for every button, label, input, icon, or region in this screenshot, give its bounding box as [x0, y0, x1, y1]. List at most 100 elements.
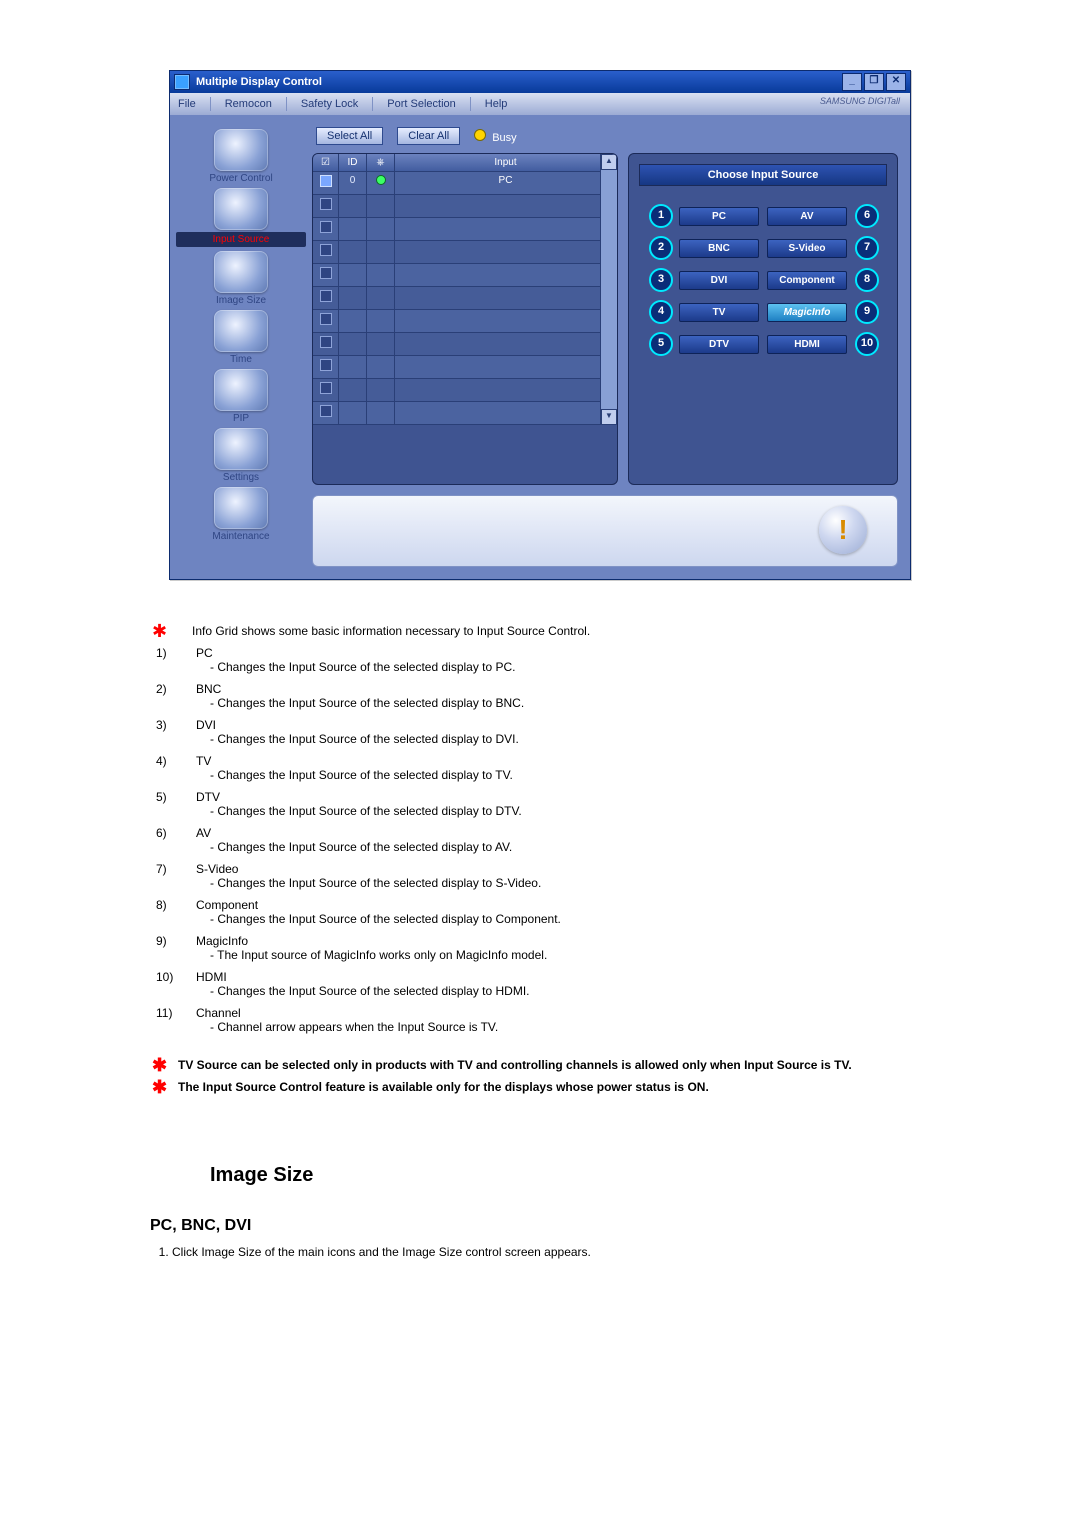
sidebar-item-settings[interactable]: Settings	[176, 428, 306, 483]
minimize-button[interactable]: _	[842, 73, 862, 91]
source-button-svideo[interactable]: S-Video	[767, 239, 847, 258]
grid-row[interactable]	[313, 310, 617, 333]
source-button-hdmi[interactable]: HDMI	[767, 335, 847, 354]
row-checkbox[interactable]	[313, 264, 339, 287]
row-id: 0	[339, 172, 367, 195]
row-checkbox[interactable]	[313, 333, 339, 356]
row-checkbox[interactable]	[313, 356, 339, 379]
grid-scrollbar[interactable]: ▲ ▼	[600, 154, 617, 425]
sub-step: Click Image Size of the main icons and t…	[172, 1245, 930, 1259]
grid-row[interactable]	[313, 195, 617, 218]
grid-header-input[interactable]: Input	[395, 154, 617, 172]
menu-port-selection[interactable]: Port Selection	[387, 98, 455, 110]
callout-5: 5	[649, 332, 673, 356]
grid-header-id[interactable]: ID	[339, 154, 367, 172]
app-window: Multiple Display Control _ ❐ ✕ File Remo…	[169, 70, 911, 580]
choose-input-source-title: Choose Input Source	[639, 164, 887, 186]
grid-row[interactable]	[313, 356, 617, 379]
sidebar-item-power[interactable]: Power Control	[176, 129, 306, 184]
grid-header-checkbox[interactable]: ☑	[313, 154, 339, 172]
list-item: 11) Channel- Channel arrow appears when …	[150, 1002, 930, 1038]
grid-row[interactable]	[313, 241, 617, 264]
info-orb-icon: !	[819, 506, 867, 554]
grid-row[interactable]	[313, 218, 617, 241]
scroll-up-button[interactable]: ▲	[601, 154, 617, 170]
busy-dot-icon	[474, 129, 486, 141]
list-item: 6) AV- Changes the Input Source of the s…	[150, 822, 930, 858]
grid-row[interactable]	[313, 287, 617, 310]
brand-label: SAMSUNG DIGITall	[820, 96, 900, 106]
sidebar-item-pip[interactable]: PIP	[176, 369, 306, 424]
row-checkbox[interactable]	[313, 172, 339, 195]
grid-row[interactable]	[313, 333, 617, 356]
callout-6: 6	[855, 204, 879, 228]
select-all-button[interactable]: Select All	[316, 127, 383, 145]
maximize-button[interactable]: ❐	[864, 73, 884, 91]
callout-10: 10	[855, 332, 879, 356]
source-button-dtv[interactable]: DTV	[679, 335, 759, 354]
clear-all-button[interactable]: Clear All	[397, 127, 460, 145]
sidebar: Power Control Input Source Image Size Ti…	[170, 115, 312, 579]
input-source-icon	[214, 188, 268, 230]
sidebar-item-time[interactable]: Time	[176, 310, 306, 365]
scroll-down-button[interactable]: ▼	[601, 409, 617, 425]
row-checkbox[interactable]	[313, 218, 339, 241]
star-icon: ✱	[150, 1080, 178, 1094]
menu-file[interactable]: File	[178, 98, 196, 110]
grid-row[interactable]	[313, 402, 617, 425]
source-button-bnc[interactable]: BNC	[679, 239, 759, 258]
row-checkbox[interactable]	[313, 287, 339, 310]
source-button-av[interactable]: AV	[767, 207, 847, 226]
sidebar-label-image: Image Size	[176, 295, 306, 306]
heading-image-size: Image Size	[210, 1164, 930, 1187]
window-titlebar: Multiple Display Control _ ❐ ✕	[170, 71, 910, 93]
callout-4: 4	[649, 300, 673, 324]
list-item: 8) Component- Changes the Input Source o…	[150, 894, 930, 930]
sidebar-label-settings: Settings	[176, 472, 306, 483]
callout-8: 8	[855, 268, 879, 292]
row-status-icon	[367, 172, 395, 195]
row-checkbox[interactable]	[313, 402, 339, 425]
menu-safety-lock[interactable]: Safety Lock	[301, 98, 358, 110]
note-power-on: ✱ The Input Source Control feature is av…	[150, 1080, 930, 1094]
row-checkbox[interactable]	[313, 195, 339, 218]
grid-header: ☑ ID ⎈ Input	[313, 154, 617, 172]
source-button-dvi[interactable]: DVI	[679, 271, 759, 290]
source-button-magicinfo[interactable]: MagicInfo	[767, 303, 847, 322]
app-icon	[174, 74, 190, 90]
choose-input-source-panel: Choose Input Source 1 PC AV 6 2 BNC S-Vi…	[628, 153, 898, 485]
close-button[interactable]: ✕	[886, 73, 906, 91]
grid-row[interactable]: 0 PC	[313, 172, 617, 195]
description-text: ✱ Info Grid shows some basic information…	[150, 620, 930, 1259]
power-icon	[214, 129, 268, 171]
callout-9: 9	[855, 300, 879, 324]
list-item: 4) TV- Changes the Input Source of the s…	[150, 750, 930, 786]
source-button-component[interactable]: Component	[767, 271, 847, 290]
menu-remocon[interactable]: Remocon	[225, 98, 272, 110]
list-item: 7) S-Video- Changes the Input Source of …	[150, 858, 930, 894]
row-checkbox[interactable]	[313, 310, 339, 333]
callout-1: 1	[649, 204, 673, 228]
sidebar-item-input-source[interactable]: Input Source	[176, 188, 306, 247]
row-input: PC	[395, 172, 617, 195]
main-panel: Select All Clear All Busy ☑ ID	[312, 115, 910, 579]
row-checkbox[interactable]	[313, 241, 339, 264]
grid-row[interactable]	[313, 379, 617, 402]
footer-status-bar: !	[312, 495, 898, 567]
sidebar-item-image-size[interactable]: Image Size	[176, 251, 306, 306]
sidebar-item-maintenance[interactable]: Maintenance	[176, 487, 306, 542]
source-button-tv[interactable]: TV	[679, 303, 759, 322]
grid-row[interactable]	[313, 264, 617, 287]
source-button-pc[interactable]: PC	[679, 207, 759, 226]
menu-help[interactable]: Help	[485, 98, 508, 110]
star-icon: ✱	[150, 1058, 178, 1072]
row-checkbox[interactable]	[313, 379, 339, 402]
sub-step-list: Click Image Size of the main icons and t…	[172, 1245, 930, 1259]
subheading-pc-bnc-dvi: PC, BNC, DVI	[150, 1217, 930, 1235]
star-icon: ✱	[150, 624, 192, 638]
list-item: 2) BNC- Changes the Input Source of the …	[150, 678, 930, 714]
callout-2: 2	[649, 236, 673, 260]
callout-7: 7	[855, 236, 879, 260]
grid-header-status[interactable]: ⎈	[367, 154, 395, 172]
time-icon	[214, 310, 268, 352]
